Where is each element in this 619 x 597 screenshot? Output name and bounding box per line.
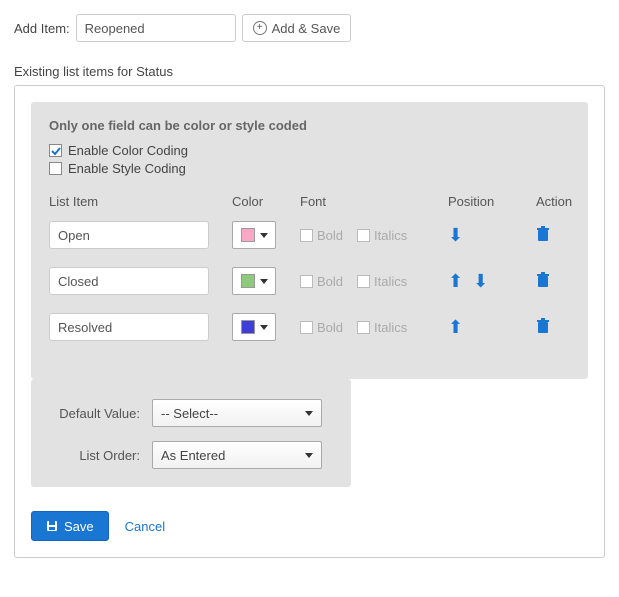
footer: Save Cancel <box>31 511 588 541</box>
font-italics-option: Italics <box>357 228 407 243</box>
default-value-select[interactable]: -- Select-- <box>152 399 322 427</box>
font-bold-checkbox <box>300 229 313 242</box>
color-swatch <box>241 228 255 242</box>
font-bold-checkbox <box>300 321 313 334</box>
font-bold-option: Bold <box>300 274 343 289</box>
header-font: Font <box>300 194 440 209</box>
font-bold-option: Bold <box>300 320 343 335</box>
list-item-input[interactable] <box>49 267 209 295</box>
add-item-label: Add Item: <box>14 21 70 36</box>
font-bold-label: Bold <box>317 274 343 289</box>
trash-icon[interactable] <box>536 322 550 337</box>
enable-color-label: Enable Color Coding <box>68 143 188 158</box>
color-picker[interactable] <box>232 313 276 341</box>
font-italics-label: Italics <box>374 228 407 243</box>
save-icon <box>46 520 58 532</box>
trash-icon[interactable] <box>536 230 550 245</box>
list-row: Bold Italics ⬆ <box>49 313 570 341</box>
font-cell: Bold Italics <box>300 274 440 289</box>
arrow-down-icon[interactable]: ⬇ <box>448 226 463 244</box>
list-order-label: List Order: <box>47 448 152 463</box>
chevron-down-icon <box>305 453 313 458</box>
font-bold-label: Bold <box>317 228 343 243</box>
plus-icon: + <box>253 21 267 35</box>
font-italics-label: Italics <box>374 274 407 289</box>
list-row: Bold Italics ⬇ <box>49 221 570 249</box>
header-action: Action <box>536 194 596 209</box>
trash-icon[interactable] <box>536 276 550 291</box>
coding-panel: Only one field can be color or style cod… <box>31 102 588 379</box>
enable-color-checkbox[interactable] <box>49 144 62 157</box>
existing-items-panel: Only one field can be color or style cod… <box>14 85 605 558</box>
list-row: BoldItalics⬆⬇ <box>49 267 570 295</box>
check-icon <box>51 146 61 156</box>
font-cell: Bold Italics <box>300 320 440 335</box>
font-cell: Bold Italics <box>300 228 440 243</box>
arrow-up-icon[interactable]: ⬆ <box>448 318 463 336</box>
font-italics-option: Italics <box>357 320 407 335</box>
chevron-down-icon <box>260 325 268 330</box>
font-italics-checkbox <box>357 321 370 334</box>
list-order-select[interactable]: As Entered <box>152 441 322 469</box>
default-value-label: Default Value: <box>47 406 152 421</box>
font-italics-label: Italics <box>374 320 407 335</box>
header-color: Color <box>232 194 292 209</box>
enable-style-checkbox[interactable] <box>49 162 62 175</box>
add-item-input[interactable] <box>76 14 236 42</box>
settings-panel: Default Value: -- Select-- List Order: A… <box>31 379 351 487</box>
list-item-input[interactable] <box>49 313 209 341</box>
default-value-selected: -- Select-- <box>161 406 218 421</box>
section-title: Existing list items for Status <box>14 64 605 79</box>
add-save-label: Add & Save <box>272 21 341 36</box>
arrow-up-icon[interactable]: ⬆ <box>448 272 463 290</box>
font-italics-option: Italics <box>357 274 407 289</box>
font-bold-label: Bold <box>317 320 343 335</box>
chevron-down-icon <box>260 279 268 284</box>
font-bold-option: Bold <box>300 228 343 243</box>
cancel-link[interactable]: Cancel <box>125 519 165 534</box>
header-position: Position <box>448 194 528 209</box>
list-item-input[interactable] <box>49 221 209 249</box>
action-cell <box>536 226 596 245</box>
action-cell <box>536 318 596 337</box>
font-italics-checkbox <box>357 275 370 288</box>
header-list-item: List Item <box>49 194 224 209</box>
add-save-button[interactable]: + Add & Save <box>242 14 352 42</box>
save-label: Save <box>64 519 94 534</box>
position-cell: ⬆ <box>448 318 528 336</box>
add-item-row: Add Item: + Add & Save <box>14 14 605 42</box>
position-cell: ⬇ <box>448 226 528 244</box>
list-header: List Item Color Font Position Action <box>49 194 570 209</box>
color-swatch <box>241 320 255 334</box>
arrow-down-icon[interactable]: ⬇ <box>473 272 488 290</box>
chevron-down-icon <box>305 411 313 416</box>
font-italics-checkbox <box>357 229 370 242</box>
enable-color-row[interactable]: Enable Color Coding <box>49 143 570 158</box>
coding-panel-title: Only one field can be color or style cod… <box>49 118 570 133</box>
action-cell <box>536 272 596 291</box>
enable-style-label: Enable Style Coding <box>68 161 186 176</box>
position-cell: ⬆⬇ <box>448 272 528 290</box>
font-bold-checkbox <box>300 275 313 288</box>
color-swatch <box>241 274 255 288</box>
enable-style-row[interactable]: Enable Style Coding <box>49 161 570 176</box>
color-picker[interactable] <box>232 221 276 249</box>
default-value-row: Default Value: -- Select-- <box>47 399 335 427</box>
color-picker[interactable] <box>232 267 276 295</box>
save-button[interactable]: Save <box>31 511 109 541</box>
list-order-row: List Order: As Entered <box>47 441 335 469</box>
list-order-selected: As Entered <box>161 448 225 463</box>
chevron-down-icon <box>260 233 268 238</box>
